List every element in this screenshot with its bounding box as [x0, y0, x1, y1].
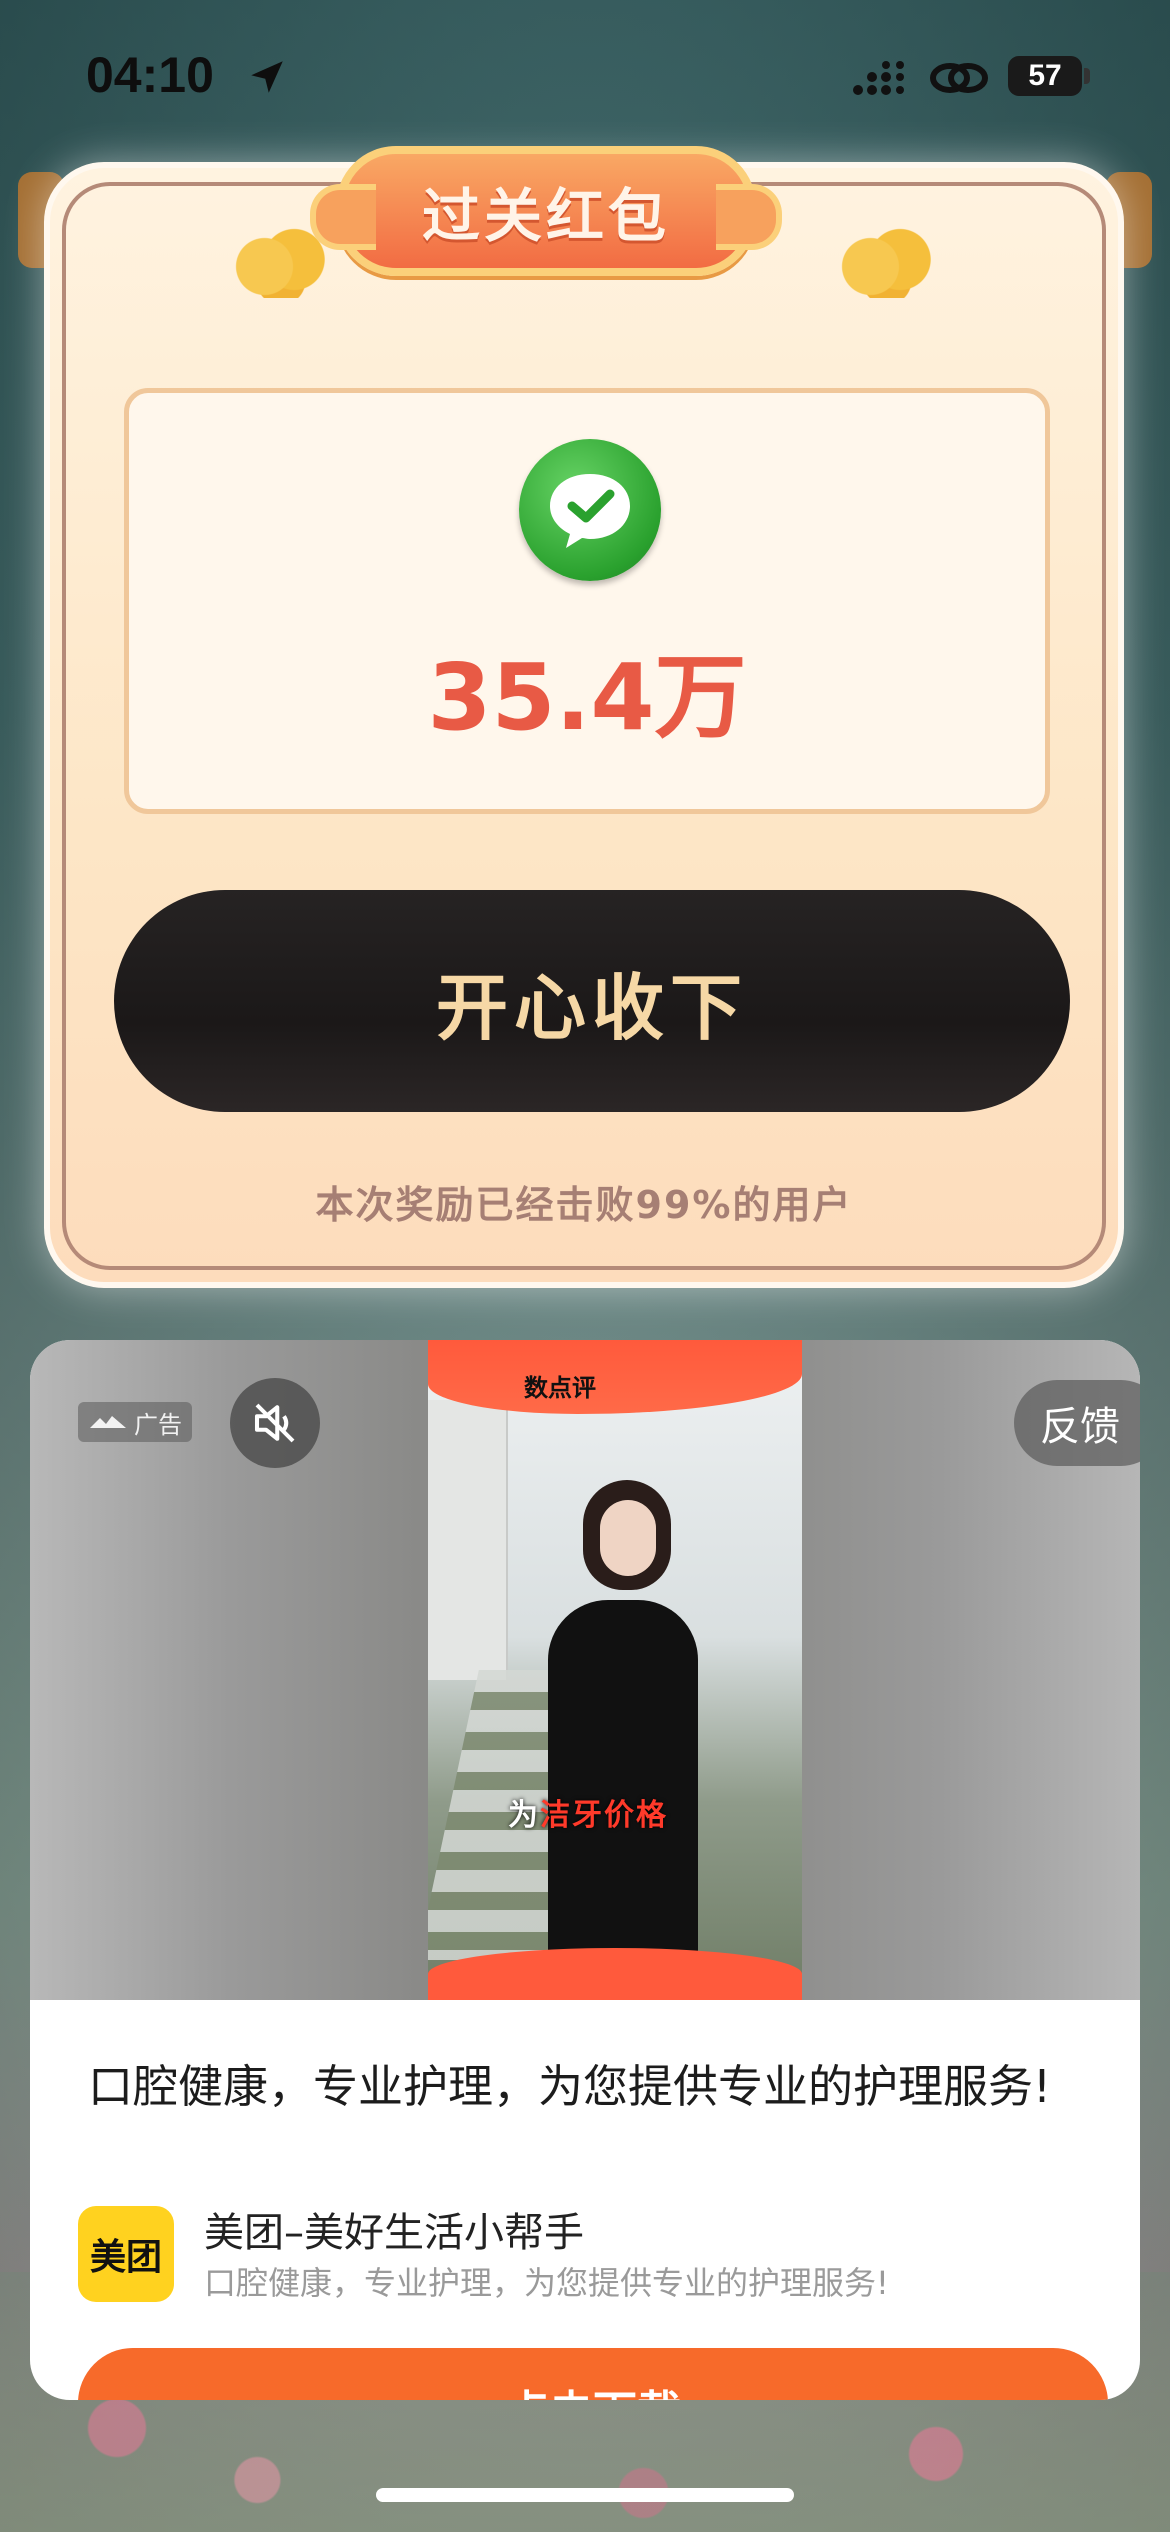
beat-users-text: 本次奖励已经击败99%的用户 — [315, 1183, 853, 1227]
battery-icon: 57 — [1008, 56, 1082, 96]
video-top-title: 数点评 — [524, 1374, 596, 1402]
wechat-check-icon — [519, 439, 661, 581]
ad-card[interactable]: 数点评 为洁牙价格 广告 反馈 口腔健康，专业护理，为您提供专业的护理服务! 美… — [30, 1340, 1140, 2400]
speaker-muted-icon — [254, 1403, 295, 1443]
reward-amount: 35.4万 — [427, 644, 747, 751]
brand-description: 口腔健康，专业护理，为您提供专业的护理服务! — [204, 2264, 889, 2302]
home-indicator[interactable] — [376, 2488, 794, 2502]
signal-icon — [853, 61, 904, 95]
ad-badge-label: 广告 — [134, 1410, 182, 1439]
ad-badge: 广告 — [78, 1402, 192, 1442]
video-top-wave — [428, 1340, 802, 1414]
link-icon — [930, 63, 988, 93]
amount-panel: 35.4万 — [124, 388, 1050, 814]
feedback-button[interactable]: 反馈 — [1014, 1380, 1140, 1466]
video-building — [428, 1400, 508, 1680]
ad-platform-icon — [90, 1416, 126, 1428]
ad-headline: 口腔健康，专业护理，为您提供专业的护理服务! — [88, 2060, 1052, 2113]
video-person-body — [548, 1600, 698, 1960]
status-bar: 04:10 57 — [0, 0, 1170, 150]
video-caption-white: 为 — [508, 1798, 540, 1833]
reward-dialog: 过关红包 35.4万 开心收下 本次奖励已经击败99%的用户 — [44, 146, 1124, 1288]
title-banner: 过关红包 — [310, 146, 782, 276]
video-caption-red: 洁牙价格 — [540, 1798, 668, 1833]
status-time: 04:10 — [86, 47, 214, 103]
battery-level: 57 — [1028, 59, 1062, 92]
video-person-face — [600, 1500, 656, 1576]
claim-button-label: 开心收下 — [435, 965, 748, 1050]
mute-button[interactable] — [230, 1378, 320, 1468]
claim-button[interactable]: 开心收下 — [114, 890, 1070, 1112]
ad-video[interactable]: 数点评 为洁牙价格 广告 反馈 — [30, 1340, 1140, 2000]
brand-logo: 美团 — [78, 2206, 174, 2302]
battery-tip — [1084, 68, 1090, 84]
location-arrow-icon — [251, 61, 283, 93]
brand-name: 美团–美好生活小帮手 — [204, 2210, 584, 2256]
gold-cloud-right-icon — [832, 228, 942, 298]
video-caption: 为洁牙价格 — [508, 1790, 668, 1834]
dialog-title: 过关红包 — [421, 182, 670, 250]
download-button[interactable]: 点击下载 — [78, 2348, 1108, 2400]
video-bottom-wave — [428, 1948, 802, 2000]
ad-video-frame: 数点评 为洁牙价格 — [428, 1340, 802, 2000]
